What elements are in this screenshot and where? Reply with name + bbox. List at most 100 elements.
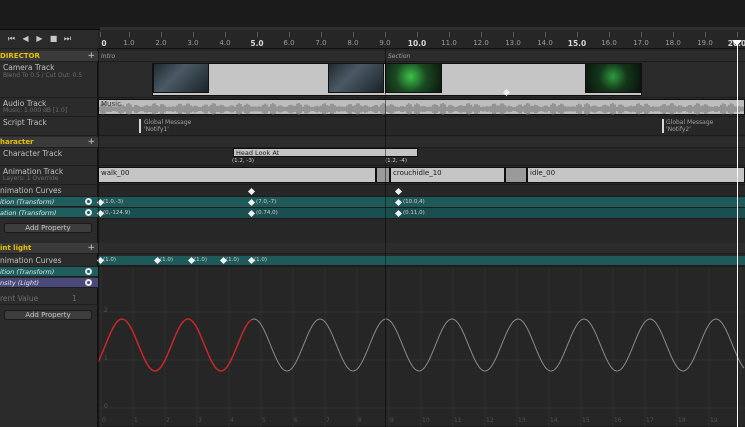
animation-clip-label: crouchidle_10: [393, 169, 442, 177]
skip-to-end-icon[interactable]: ⏭: [62, 33, 73, 44]
ruler-tick: [641, 32, 642, 37]
graph-x-label: 18: [678, 417, 686, 424]
curve-property-rotation[interactable]: ation (Transform): [0, 208, 98, 218]
ruler-tick: [353, 32, 354, 37]
track-title: Camera Track: [3, 63, 55, 72]
script-event-marker[interactable]: [662, 119, 664, 133]
gear-icon[interactable]: [85, 279, 92, 286]
section-title: haracter: [0, 138, 34, 146]
track-list-panel: DIRECTOR + Camera Track Blend To 0.5 / C…: [0, 49, 98, 427]
graph-y-label: 0: [104, 403, 108, 410]
ruler-tick: [545, 32, 546, 37]
current-value-number[interactable]: 1: [72, 294, 77, 303]
gear-icon[interactable]: [85, 209, 92, 216]
curve-keyframe[interactable]: [394, 198, 403, 207]
time-ruler[interactable]: 0 1.0 2.0 3.0 4.0 5.0 6.0 7.0 8.0 9.0 10.0 11.0 12.0…: [98, 30, 745, 49]
add-track-icon[interactable]: +: [87, 51, 95, 61]
ruler-tick-label: 18.0: [665, 39, 681, 47]
add-property-button[interactable]: Add Property: [4, 223, 92, 233]
ruler-tick: [609, 32, 610, 37]
track-title: nimation Curves: [0, 186, 62, 195]
curve-property-intensity[interactable]: nsity (Light): [0, 278, 98, 288]
track-camera[interactable]: Camera Track Blend To 0.5 / Cut Out: 0.5: [0, 62, 98, 98]
section-divider: [385, 49, 386, 427]
track-title: nimation Curves: [0, 256, 62, 265]
keyframe-value: (7.0,-7): [256, 199, 277, 205]
keyframe-value: (1.0): [254, 257, 268, 263]
track-script[interactable]: Script Track: [0, 117, 98, 136]
curve-property-position[interactable]: ition (Transform): [0, 267, 98, 277]
track-character[interactable]: Character Track: [0, 148, 98, 166]
curve-keyframe[interactable]: [247, 198, 256, 207]
ruler-tick-label: 5.0: [250, 39, 264, 48]
graph-y-label: 2: [104, 307, 108, 314]
step-back-icon[interactable]: ◀: [20, 33, 31, 44]
track-animation-curves[interactable]: nimation Curves: [0, 185, 98, 197]
ruler-tick: [481, 32, 482, 37]
ruler-tick: [321, 32, 322, 37]
section-header-director[interactable]: DIRECTOR +: [0, 51, 98, 62]
curve-keyframe[interactable]: [394, 209, 403, 218]
graph-x-label: 14: [550, 417, 558, 424]
ruler-tick-label: 8.0: [347, 39, 359, 47]
track-animation-curves[interactable]: nimation Curves: [0, 255, 98, 267]
track-subtitle: Blend To 0.5 / Cut Out: 0.5: [3, 72, 83, 79]
audio-waveform: [99, 103, 744, 115]
curve-keyframe[interactable]: [247, 187, 256, 196]
gear-icon[interactable]: [85, 198, 92, 205]
script-event-marker[interactable]: [139, 119, 141, 133]
add-track-icon[interactable]: +: [87, 243, 95, 253]
keyframe-value: (1.0): [194, 257, 208, 263]
add-track-icon[interactable]: +: [87, 137, 95, 147]
play-icon[interactable]: ▶: [34, 33, 45, 44]
animation-clip[interactable]: walk_00: [98, 167, 376, 183]
section-header-character[interactable]: haracter +: [0, 137, 98, 148]
head-look-clip[interactable]: Head Look At: [233, 148, 418, 157]
graph-x-label: 4: [230, 417, 234, 424]
ruler-tick-label: 16.0: [601, 39, 617, 47]
playhead[interactable]: [737, 40, 738, 427]
keyframe-value: (1.0): [103, 257, 117, 263]
ruler-tick: [385, 32, 386, 37]
curve-editor-graph[interactable]: 2 1 0 0 1 2 3 4 5 6 7 8 9 10 11 12 13 14 15 16 17 18 19: [98, 267, 745, 427]
section-marker-label[interactable]: Section: [388, 53, 410, 60]
animation-clip[interactable]: crouchidle_10: [390, 167, 505, 183]
current-value-label: rent Value: [0, 294, 39, 303]
section-marker-label[interactable]: Intro: [101, 53, 115, 60]
ruler-tick: [737, 32, 738, 37]
keyframe-value: (0,-124.9): [103, 210, 131, 216]
animation-clip[interactable]: idle_00: [527, 167, 745, 183]
track-audio[interactable]: Audio Track Music: 1.000 dB [1.0]: [0, 98, 98, 117]
lane-curve-rotation: (0,-124.9) (0.74,0) (0.11,0): [96, 208, 745, 219]
timeline-area[interactable]: Intro Section Music Global Message 'Noti…: [96, 49, 745, 427]
stop-icon[interactable]: ■: [48, 33, 59, 44]
lane-curves-header: [98, 185, 745, 197]
keyframe-value: (1.0,-3): [103, 199, 124, 205]
add-property-button[interactable]: Add Property: [4, 310, 92, 320]
animation-clip-label: walk_00: [101, 169, 130, 177]
ruler-tick-label: 17.0: [633, 39, 649, 47]
ruler-tick-label: 14.0: [537, 39, 553, 47]
animation-blend[interactable]: [376, 167, 390, 183]
animation-blend[interactable]: [505, 167, 527, 183]
keyframe-value: (0.74,0): [256, 210, 278, 216]
skip-to-start-icon[interactable]: ⏮: [6, 33, 17, 44]
section-header-point-light[interactable]: int light +: [0, 243, 98, 254]
audio-clip[interactable]: Music: [98, 99, 745, 115]
graph-x-label: 8: [358, 417, 362, 424]
track-title: Script Track: [3, 118, 47, 127]
ruler-tick-label: 0: [101, 39, 107, 48]
curve-keyframe[interactable]: [247, 209, 256, 218]
headlook-key-label: (1.2, -3): [232, 158, 255, 164]
ruler-tick: [193, 32, 194, 37]
graph-x-label: 12: [486, 417, 494, 424]
curve-property-position[interactable]: ition (Transform): [0, 197, 98, 207]
curve-graph-svg[interactable]: [98, 267, 745, 427]
curve-keyframe[interactable]: [394, 187, 403, 196]
graph-x-label: 13: [518, 417, 526, 424]
keyframe-value: (1.0): [226, 257, 240, 263]
ruler-tick: [673, 32, 674, 37]
track-animation[interactable]: Animation Track Layers: 1 Override: [0, 166, 98, 185]
title-strip: [0, 0, 745, 30]
gear-icon[interactable]: [85, 268, 92, 275]
